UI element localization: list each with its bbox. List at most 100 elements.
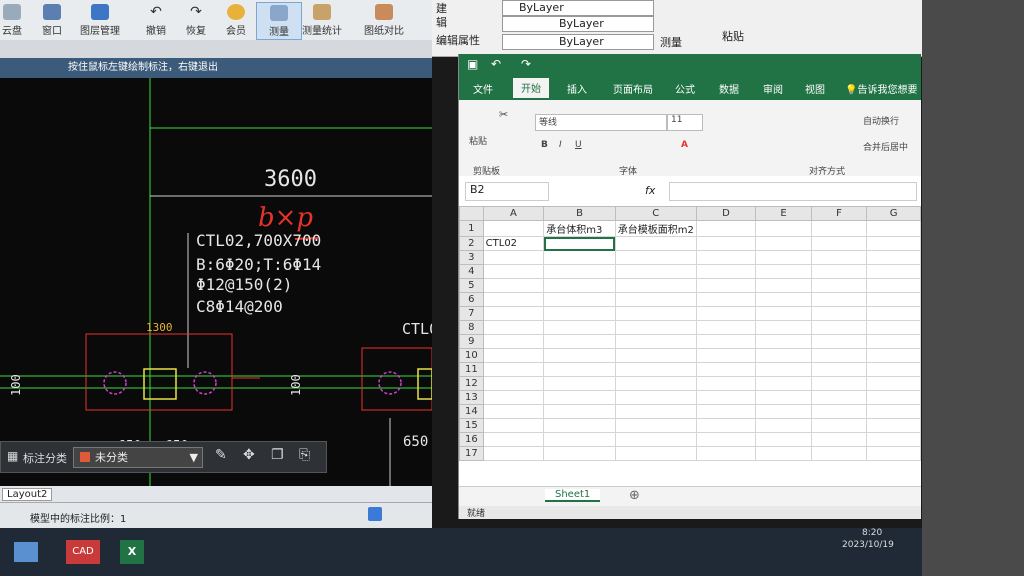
cell-B4[interactable] (543, 264, 616, 279)
cell-C6[interactable] (614, 292, 697, 307)
cell-F8[interactable] (810, 320, 868, 335)
cell-E8[interactable] (755, 320, 812, 335)
redo-icon[interactable]: ↷ (521, 57, 531, 71)
cell-C2[interactable] (614, 236, 697, 251)
cell-G17[interactable] (866, 446, 921, 461)
cell-G6[interactable] (866, 292, 921, 307)
sheet-tab[interactable]: Sheet1 (545, 489, 601, 502)
add-sheet-icon[interactable]: ⊕ (629, 488, 640, 503)
undo-button[interactable]: ↶ 撤销 (134, 2, 178, 38)
cell-D3[interactable] (695, 250, 757, 265)
cell-C10[interactable] (614, 348, 697, 363)
cell-D4[interactable] (695, 264, 757, 279)
cell-A11[interactable] (482, 362, 545, 377)
row-header[interactable]: 12 (459, 376, 484, 391)
measure-stats-button[interactable]: 测量统计 (300, 2, 344, 38)
cell-B11[interactable] (543, 362, 616, 377)
cell-G14[interactable] (866, 404, 921, 419)
cell-F12[interactable] (810, 376, 868, 391)
cell-E14[interactable] (755, 404, 812, 419)
cell-C14[interactable] (614, 404, 697, 419)
row-header[interactable]: 15 (459, 418, 484, 433)
cell-C16[interactable] (614, 432, 697, 447)
cell-C13[interactable] (614, 390, 697, 405)
cell-D8[interactable] (695, 320, 757, 335)
tab-review[interactable]: 审阅 (763, 81, 783, 96)
cell-C17[interactable] (614, 446, 697, 461)
wrap-text-button[interactable]: 自动换行 (863, 114, 899, 127)
cell-F17[interactable] (810, 446, 868, 461)
cell-B2[interactable] (543, 236, 616, 251)
cell-E4[interactable] (755, 264, 812, 279)
cell-F15[interactable] (810, 418, 868, 433)
cell-G13[interactable] (866, 390, 921, 405)
font-color-button[interactable]: A (681, 140, 688, 150)
cell-B9[interactable] (543, 334, 616, 349)
dim-category-select[interactable]: 未分类 ▼ (73, 447, 203, 468)
spreadsheet-grid[interactable]: A B C D E F G 1 承台体积m3 承台模板面积m2 2 CTL02 3 4 5 6 7 8 9 10 11 1… (459, 206, 921, 486)
cell-B12[interactable] (543, 376, 616, 391)
cell-A10[interactable] (482, 348, 545, 363)
cell-B16[interactable] (543, 432, 616, 447)
cell-G12[interactable] (866, 376, 921, 391)
cell-G5[interactable] (866, 278, 921, 293)
merge-center-button[interactable]: 合并后居中 (863, 140, 908, 153)
row-header[interactable]: 5 (459, 278, 484, 293)
cell-A7[interactable] (482, 306, 545, 321)
tab-home[interactable]: 开始 (513, 78, 549, 98)
tab-data[interactable]: 数据 (719, 81, 739, 96)
italic-button[interactable]: I (559, 140, 562, 150)
cell-C3[interactable] (614, 250, 697, 265)
column-header[interactable]: D (695, 206, 757, 221)
cell-F6[interactable] (810, 292, 868, 307)
cell-G4[interactable] (866, 264, 921, 279)
row-header[interactable]: 2 (459, 236, 484, 251)
column-header[interactable]: E (755, 206, 812, 221)
cell-D9[interactable] (695, 334, 757, 349)
cell-B10[interactable] (543, 348, 616, 363)
cell-E9[interactable] (755, 334, 812, 349)
cell-F5[interactable] (810, 278, 868, 293)
cell-D12[interactable] (695, 376, 757, 391)
cell-C7[interactable] (614, 306, 697, 321)
row-header[interactable]: 6 (459, 292, 484, 307)
row-header[interactable]: 14 (459, 404, 484, 419)
name-box[interactable]: B2 (465, 182, 549, 201)
compare-button[interactable]: 图纸对比 (362, 2, 406, 38)
copy-icon[interactable]: ❐ (271, 447, 284, 463)
row-header[interactable]: 3 (459, 250, 484, 265)
layer-manager-button[interactable]: 图层管理 (78, 2, 122, 38)
cell-B15[interactable] (543, 418, 616, 433)
lineweight-select[interactable]: ByLayer (502, 34, 654, 50)
edit-icon[interactable]: ✎ (215, 447, 227, 463)
cell-F3[interactable] (810, 250, 868, 265)
cell-G8[interactable] (866, 320, 921, 335)
window-button[interactable]: 窗口 (30, 2, 74, 38)
tab-formulas[interactable]: 公式 (675, 81, 695, 96)
cell-B6[interactable] (543, 292, 616, 307)
start-icon[interactable] (14, 542, 38, 562)
cell-A2[interactable]: CTL02 (482, 236, 545, 251)
linetype-select[interactable]: ByLayer (502, 16, 654, 32)
row-header[interactable]: 17 (459, 446, 484, 461)
cell-D15[interactable] (695, 418, 757, 433)
select-all-corner[interactable] (459, 206, 484, 221)
tab-layout2[interactable]: Layout2 (2, 488, 53, 501)
cell-A5[interactable] (482, 278, 545, 293)
cell-F11[interactable] (810, 362, 868, 377)
cell-G11[interactable] (866, 362, 921, 377)
cell-A3[interactable] (482, 250, 545, 265)
cell-C11[interactable] (614, 362, 697, 377)
cell-B7[interactable] (543, 306, 616, 321)
cell-E13[interactable] (755, 390, 812, 405)
cell-D6[interactable] (695, 292, 757, 307)
cell-A12[interactable] (482, 376, 545, 391)
cell-C9[interactable] (614, 334, 697, 349)
redo-button[interactable]: ↷ 恢复 (174, 2, 218, 38)
cell-B17[interactable] (543, 446, 616, 461)
cell-G2[interactable] (866, 236, 921, 251)
cell-D13[interactable] (695, 390, 757, 405)
cell-E6[interactable] (755, 292, 812, 307)
cell-A6[interactable] (482, 292, 545, 307)
row-header[interactable]: 11 (459, 362, 484, 377)
